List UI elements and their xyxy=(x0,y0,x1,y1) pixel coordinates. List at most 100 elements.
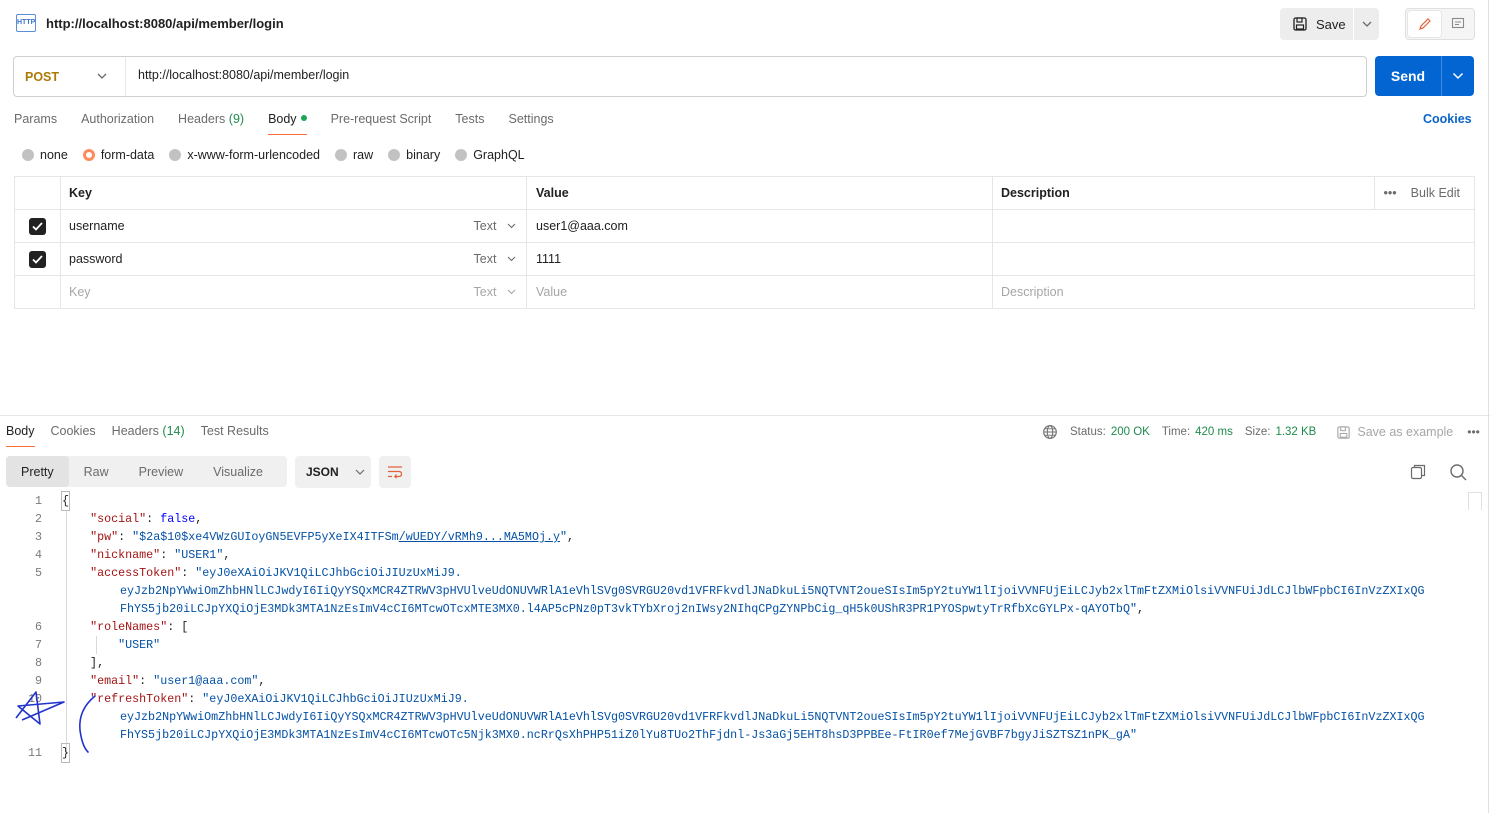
json-key: "accessToken" xyxy=(90,566,182,580)
tab-authorization[interactable]: Authorization xyxy=(81,112,154,134)
type-cell[interactable]: Text xyxy=(464,275,527,309)
pencil-icon xyxy=(1418,18,1431,30)
request-tab-header: HTTP http://localhost:8080/api/member/lo… xyxy=(0,0,1496,48)
value-input[interactable]: Value xyxy=(526,275,993,309)
key-cell[interactable]: username xyxy=(60,209,465,243)
save-icon xyxy=(1337,425,1351,439)
code-text: FhYS5jb20iLCJpYXQiOjE3MDk3MTA1NzEsImV4cC… xyxy=(120,602,1144,616)
code-scrollbar[interactable] xyxy=(1468,492,1482,510)
search-icon[interactable] xyxy=(1448,462,1468,482)
line-number: 5 xyxy=(34,566,42,580)
pane-divider[interactable] xyxy=(0,415,1490,416)
key-column-header: Key xyxy=(60,176,527,210)
json-value: FhYS5jb20iLCJpYXQiOjE3MDk3MTA1NzEsImV4cC… xyxy=(120,728,1137,742)
description-cell[interactable] xyxy=(992,209,1475,243)
format-pretty[interactable]: Pretty xyxy=(6,456,69,487)
json-value: "$2a$10$xe4VWzGUIoyGN5EVFP5yXeIX4ITFSm xyxy=(132,530,399,544)
json-key: "nickname" xyxy=(90,548,161,562)
tab-label: Settings xyxy=(508,112,554,126)
save-label: Save xyxy=(1316,16,1346,32)
url-input[interactable]: http://localhost:8080/api/member/login xyxy=(138,68,349,82)
description-cell[interactable] xyxy=(992,242,1475,276)
radio-none[interactable]: none xyxy=(22,148,68,162)
save-button[interactable]: Save xyxy=(1280,8,1353,40)
key-cell[interactable]: password xyxy=(60,242,465,276)
radio-indicator xyxy=(388,149,401,161)
json-key: "refreshToken" xyxy=(90,692,189,706)
key-input[interactable]: Key xyxy=(60,275,465,309)
view-toggle xyxy=(1405,8,1475,40)
json-value-link[interactable]: /wUEDY/vRMh9...MA5MOj.y xyxy=(399,530,560,544)
code-text: "USER" xyxy=(62,636,160,654)
radio-form-data[interactable]: form-data xyxy=(82,148,154,162)
checkbox-checked[interactable] xyxy=(29,250,46,268)
radio-indicator xyxy=(169,149,182,161)
checkbox-checked[interactable] xyxy=(29,217,46,235)
radio-indicator xyxy=(22,149,34,161)
globe-icon[interactable] xyxy=(1042,424,1058,440)
table-row: password Text 1111 xyxy=(14,242,1475,276)
checkbox-column-header xyxy=(14,176,61,210)
status-value[interactable]: 200 OK xyxy=(1111,426,1150,438)
radio-label: binary xyxy=(406,148,441,162)
method-select[interactable]: POST xyxy=(14,57,125,96)
format-visualize[interactable]: Visualize xyxy=(198,456,278,487)
copy-icon[interactable] xyxy=(1408,462,1428,482)
radio-label: raw xyxy=(353,148,374,162)
value-cell[interactable]: user1@aaa.com xyxy=(526,209,993,243)
description-input[interactable]: Description xyxy=(992,275,1475,309)
headers-count: (9) xyxy=(228,112,245,126)
radio-raw[interactable]: raw xyxy=(335,148,373,162)
language-label: JSON xyxy=(306,465,339,479)
radio-graphql[interactable]: GraphQL xyxy=(455,148,525,162)
request-title[interactable]: http://localhost:8080/api/member/login xyxy=(46,16,284,31)
tab-pre-request-script[interactable]: Pre-request Script xyxy=(331,112,432,134)
tab-body[interactable]: Body xyxy=(268,112,307,135)
size-label: Size: xyxy=(1244,426,1271,438)
line-number: 11 xyxy=(27,746,42,760)
more-options-icon[interactable]: ••• xyxy=(1384,186,1397,200)
code-text: "nickname": "USER1", xyxy=(90,548,231,562)
tab-response-headers[interactable]: Headers (14) xyxy=(112,424,185,446)
bulk-edit-button[interactable]: Bulk Edit xyxy=(1411,186,1460,200)
size-value[interactable]: 1.32 KB xyxy=(1275,426,1316,438)
line-number: 7 xyxy=(34,638,42,652)
json-value: "USER" xyxy=(118,638,161,652)
tab-test-results[interactable]: Test Results xyxy=(201,424,269,446)
send-options-button[interactable] xyxy=(1442,56,1474,96)
tab-settings[interactable]: Settings xyxy=(508,112,553,134)
cookies-link[interactable]: Cookies xyxy=(1423,112,1472,126)
type-cell[interactable]: Text xyxy=(464,209,527,243)
language-select[interactable]: JSON xyxy=(295,456,371,488)
edit-mode-button[interactable] xyxy=(1408,11,1441,37)
code-text: "social": false, xyxy=(90,512,203,526)
value-cell[interactable]: 1111 xyxy=(526,242,993,276)
time-value[interactable]: 420 ms xyxy=(1195,426,1233,438)
format-preview[interactable]: Preview xyxy=(124,456,198,487)
save-as-example-button[interactable]: Save as example xyxy=(1336,425,1453,440)
tab-response-body[interactable]: Body xyxy=(6,424,35,447)
json-value: "USER1" xyxy=(174,548,224,562)
tab-headers[interactable]: Headers (9) xyxy=(178,112,244,134)
type-cell[interactable]: Text xyxy=(464,242,527,276)
wrap-lines-button[interactable] xyxy=(379,456,411,488)
radio-urlencoded[interactable]: x-www-form-urlencoded xyxy=(169,148,320,162)
tab-params[interactable]: Params xyxy=(14,112,57,134)
more-options-icon[interactable]: ••• xyxy=(1467,425,1480,439)
documentation-mode-button[interactable] xyxy=(1443,11,1473,37)
radio-label: x-www-form-urlencoded xyxy=(187,148,320,162)
radio-binary[interactable]: binary xyxy=(388,148,440,162)
tab-response-cookies[interactable]: Cookies xyxy=(51,424,96,446)
save-options-button[interactable] xyxy=(1354,8,1379,40)
send-button[interactable]: Send xyxy=(1375,56,1441,96)
type-label: Text xyxy=(473,285,497,299)
radio-label: GraphQL xyxy=(473,148,525,162)
line-number: 2 xyxy=(34,512,42,526)
format-raw[interactable]: Raw xyxy=(69,456,124,487)
json-key: "email" xyxy=(90,674,140,688)
line-number: 8 xyxy=(34,656,42,670)
chevron-down-icon xyxy=(97,73,107,79)
line-number: 1 xyxy=(34,494,42,508)
chevron-down-icon xyxy=(1452,72,1464,80)
tab-tests[interactable]: Tests xyxy=(455,112,484,134)
